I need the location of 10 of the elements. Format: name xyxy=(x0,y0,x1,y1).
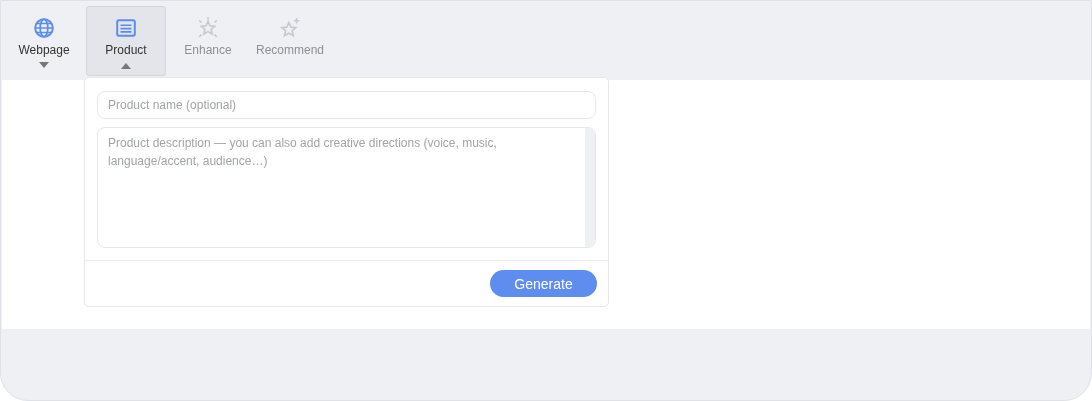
star-icon xyxy=(279,17,301,39)
toolbar-tab[interactable]: Webpage xyxy=(4,6,84,76)
scrollbar[interactable] xyxy=(585,128,595,247)
product-name-field[interactable]: Product name (optional) xyxy=(97,91,596,119)
toolbar-tab[interactable]: Product xyxy=(86,6,166,76)
description-field[interactable]: Product description — you can also add creative directions (voice, music, language/accent, audience…) xyxy=(97,127,596,248)
generate-button[interactable]: Generate xyxy=(490,270,597,297)
document-icon xyxy=(115,17,137,39)
sparkle-icon xyxy=(197,17,219,39)
globe-icon xyxy=(33,17,55,39)
